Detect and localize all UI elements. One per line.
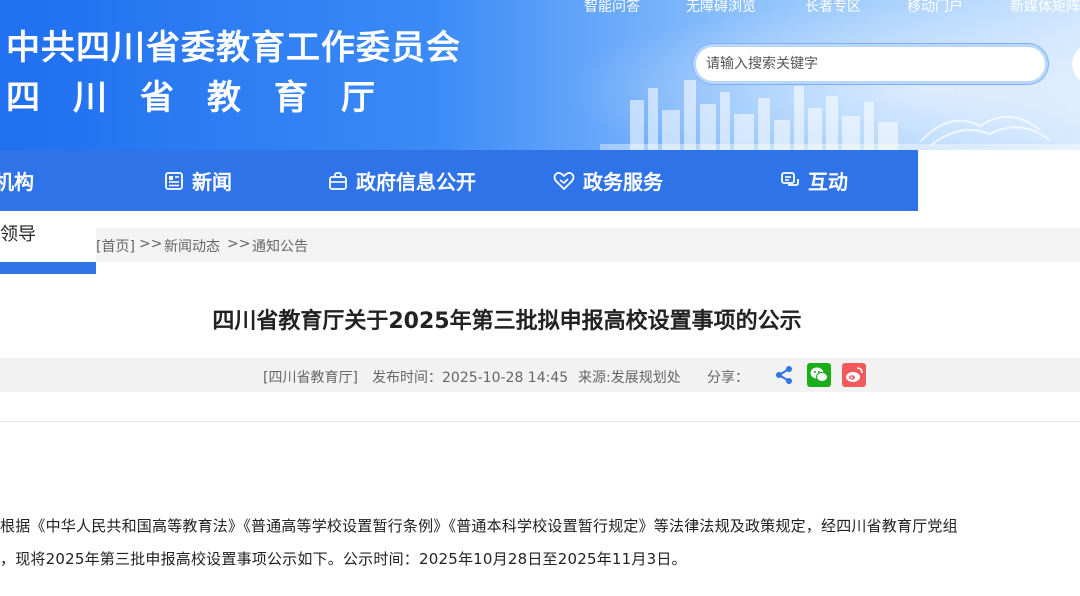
- article-source-tag: [四川省教育厅]: [263, 370, 358, 386]
- org-subtitle: 四川省教育厅: [6, 78, 408, 118]
- top-link-mobile[interactable]: 移动门户: [907, 0, 963, 16]
- nav-item-label: 政府信息公开: [356, 170, 476, 194]
- search-box: [693, 44, 1048, 84]
- news-icon: [165, 171, 183, 190]
- interaction-icon: [781, 171, 799, 186]
- nav-item-service[interactable]: 政务服务: [553, 150, 663, 211]
- breadcrumb-home[interactable]: [首页]: [96, 236, 135, 256]
- nav-item-label: 新闻: [192, 170, 232, 194]
- breadcrumb: [首页] >> 新闻动态 >> 通知公告: [96, 228, 1080, 262]
- article-title: 四川省教育厅关于2025年第三批拟申报高校设置事项的公示: [212, 309, 802, 334]
- nav-item-label: 互动: [808, 170, 848, 194]
- breadcrumb-news[interactable]: 新闻动态: [164, 236, 220, 256]
- content-divider: [0, 421, 1080, 422]
- top-link-accessibility[interactable]: 无障碍浏览: [686, 0, 756, 16]
- header-banner: 中共四川省委教育工作委员会 四川省教育厅 智能问答 无障碍浏览 长者专区 移动门…: [0, 0, 1080, 150]
- info-open-icon: [329, 171, 347, 190]
- article-paragraph-line: 根据《中华人民共和国高等教育法》《普通高等学校设置暂行条例》《普通本科学校设置暂…: [0, 517, 958, 535]
- search-input[interactable]: [696, 47, 1045, 81]
- weibo-icon[interactable]: [842, 363, 866, 387]
- article-origin: 来源:发展规划处: [578, 370, 681, 386]
- nav-item-news[interactable]: 新闻: [164, 150, 232, 211]
- article-publish-time: 发布时间：2025-10-28 14:45: [372, 370, 569, 386]
- article-paragraph-line: ，现将2025年第三批申报高校设置事项公示如下。公示时间：2025年10月28日…: [0, 550, 687, 568]
- nav-item-label: 机构: [0, 170, 34, 194]
- wechat-icon[interactable]: [807, 363, 831, 387]
- sidebar-item-leaders[interactable]: 领导: [0, 221, 96, 261]
- article-meta-bar: [四川省教育厅] 发布时间：2025-10-28 14:45 来源:发展规划处 …: [0, 358, 1080, 392]
- nav-item-interaction[interactable]: 互动: [780, 150, 848, 211]
- nav-item-org[interactable]: 机构: [0, 150, 34, 211]
- nav-item-label: 政务服务: [583, 170, 663, 194]
- nav-item-info-open[interactable]: 政府信息公开: [328, 150, 476, 211]
- breadcrumb-separator: >>: [139, 236, 163, 252]
- org-title: 中共四川省委教育工作委员会: [6, 28, 461, 68]
- main-nav: 机构 新闻 政府信息公开 政务服务 互动: [0, 150, 918, 211]
- top-link-new-media[interactable]: 新媒体矩阵: [1010, 0, 1080, 16]
- sidebar-active-bar: [0, 262, 96, 274]
- share-icon[interactable]: [772, 363, 796, 387]
- top-link-elderly[interactable]: 长者专区: [805, 0, 861, 16]
- share-label: 分享：: [707, 370, 749, 386]
- breadcrumb-separator: >>: [227, 236, 251, 252]
- top-link-smart-qa[interactable]: 智能问答: [584, 0, 640, 16]
- service-icon: [553, 171, 575, 190]
- breadcrumb-notices[interactable]: 通知公告: [252, 236, 308, 256]
